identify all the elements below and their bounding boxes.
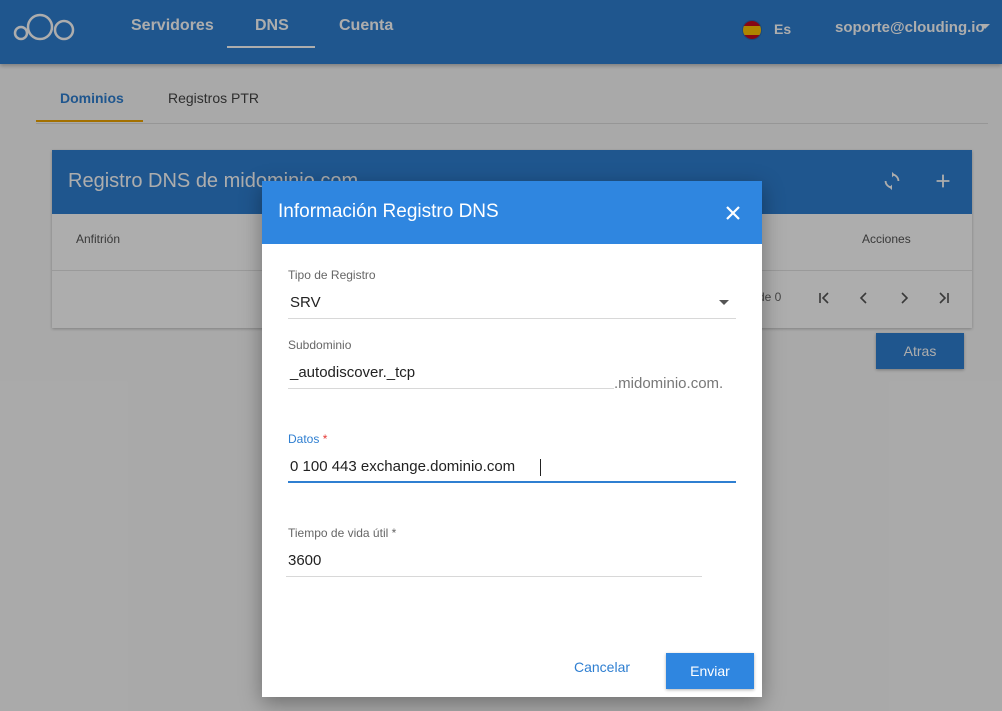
subdomain-label: Subdominio bbox=[288, 338, 352, 352]
dropdown-arrow-icon[interactable] bbox=[719, 300, 729, 305]
dns-record-dialog: Información Registro DNS Tipo de Registr… bbox=[262, 181, 762, 697]
cancel-button[interactable]: Cancelar bbox=[574, 659, 630, 675]
ttl-input[interactable]: 3600 bbox=[288, 552, 321, 569]
submit-button[interactable]: Enviar bbox=[666, 653, 754, 689]
record-type-select[interactable]: SRV bbox=[290, 294, 321, 311]
ttl-label: Tiempo de vida útil * bbox=[288, 526, 397, 540]
required-mark: * bbox=[391, 526, 397, 540]
close-icon[interactable] bbox=[724, 204, 742, 222]
domain-suffix: .midominio.com. bbox=[614, 375, 724, 392]
ttl-underline bbox=[286, 576, 702, 577]
data-input[interactable]: 0 100 443 exchange.dominio.com bbox=[290, 458, 515, 475]
record-type-label: Tipo de Registro bbox=[288, 268, 376, 282]
subdomain-underline bbox=[288, 388, 614, 389]
required-mark: * bbox=[322, 432, 328, 446]
dialog-title: Información Registro DNS bbox=[278, 201, 499, 222]
subdomain-input[interactable]: _autodiscover._tcp bbox=[290, 364, 415, 381]
record-type-underline bbox=[288, 318, 736, 319]
data-underline bbox=[288, 481, 736, 483]
dialog-header: Información Registro DNS bbox=[262, 181, 762, 244]
text-cursor bbox=[540, 459, 541, 476]
data-label: Datos * bbox=[288, 432, 328, 446]
